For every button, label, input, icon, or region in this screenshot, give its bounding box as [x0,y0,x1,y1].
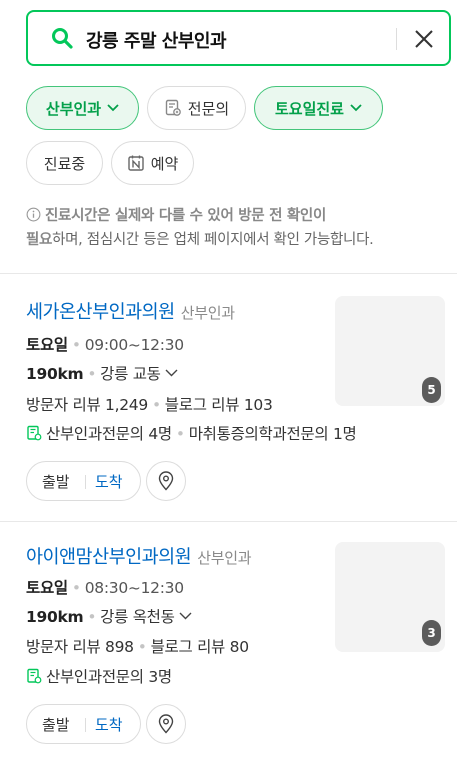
map-pin-button[interactable] [146,461,186,501]
place-name-link[interactable]: 세가온산부인과의원 산부인과 [26,298,235,324]
review-row: 방문자 리뷰 898 • 블로그 리뷰 80 [26,638,249,656]
photo-count-badge: 3 [422,620,441,646]
filter-chip-reservation[interactable]: 예약 [111,141,194,185]
visitor-reviews[interactable]: 방문자 리뷰 1,249 [26,396,148,414]
distance: 190km [26,608,84,626]
hours-value: 09:00~12:30 [84,336,184,354]
filter-chip-obgyn[interactable]: 산부인과 [26,86,139,130]
filter-chip-specialist[interactable]: 전문의 [147,86,246,130]
photo-count-badge: 5 [422,377,441,403]
day-label: 토요일 [26,336,68,354]
arrive-button[interactable]: 도착 [95,714,123,735]
hours-notice: 진료시간은 실제와 다를 수 있어 방문 전 확인이필요하며, 점심시간 등은 … [26,204,451,252]
blog-reviews[interactable]: 블로그 리뷰 80 [151,638,249,656]
review-row: 방문자 리뷰 1,249 • 블로그 리뷰 103 [26,396,273,414]
filter-chip-saturday[interactable]: 토요일진료 [254,86,383,130]
place-name-link[interactable]: 아이앤맘산부인과의원 산부인과 [26,543,252,569]
certificate-icon [165,99,181,116]
hours-row: 토요일 • 09:00~12:30 [26,336,184,354]
chevron-down-icon [350,104,362,112]
route-pill: 출발 도착 [26,461,141,501]
place-category: 산부인과 [180,304,235,322]
route-pill: 출발 도착 [26,704,141,744]
chevron-down-icon [107,104,119,112]
specialist-row: 산부인과전문의 4명 • 마취통증의학과전문의 1명 [26,422,357,444]
hours-value: 08:30~12:30 [84,579,184,597]
divider [0,521,457,522]
arrive-button[interactable]: 도착 [95,471,123,492]
map-pin-icon [158,714,174,734]
filter-chip-label: 진료중 [43,154,86,173]
place-name[interactable]: 세가온산부인과의원 [26,302,175,323]
chevron-down-icon[interactable] [165,369,178,377]
visitor-reviews[interactable]: 방문자 리뷰 898 [26,638,134,656]
info-icon [26,207,41,222]
specialist-info: 산부인과전문의 3명 [46,668,172,686]
search-bar[interactable]: 강릉 주말 산부인과 [26,10,451,66]
place-name[interactable]: 아이앤맘산부인과의원 [26,547,192,568]
day-label: 토요일 [26,579,68,597]
place-category: 산부인과 [197,549,252,567]
search-icon[interactable] [50,26,74,50]
certificate-icon [27,425,42,441]
area: 강릉 옥천동 [100,608,175,626]
chevron-down-icon[interactable] [179,612,192,620]
notice-bold: 필요 [26,232,53,248]
certificate-icon [27,668,42,684]
blog-reviews[interactable]: 블로그 리뷰 103 [165,396,273,414]
hours-row: 토요일 • 08:30~12:30 [26,579,184,597]
search-input[interactable]: 강릉 주말 산부인과 [86,27,227,53]
calendar-n-icon [127,155,144,171]
distance: 190km [26,365,84,383]
specialist-info: 마취통증의학과전문의 1명 [188,425,357,443]
specialist-info: 산부인과전문의 4명 [46,425,172,443]
area: 강릉 교동 [100,365,161,383]
filter-chip-label: 산부인과 [45,99,102,118]
map-pin-icon [158,471,174,491]
close-icon[interactable] [412,27,436,51]
location-row[interactable]: 190km • 강릉 옥천동 [26,605,192,627]
filter-chip-label: 전문의 [187,99,230,118]
filter-chip-label: 예약 [150,154,179,173]
search-divider [396,28,397,50]
depart-button[interactable]: 출발 [42,714,70,735]
specialist-row: 산부인과전문의 3명 [26,665,172,687]
divider [0,273,457,274]
map-pin-button[interactable] [146,704,186,744]
location-row[interactable]: 190km • 강릉 교동 [26,362,178,384]
notice-text: 하며, 점심시간 등은 업체 페이지에서 확인 가능합니다. [52,232,374,248]
notice-bold: 진료시간은 실제와 다를 수 있어 방문 전 확인이 [45,208,326,224]
filter-chip-label: 토요일진료 [274,99,344,118]
filter-chip-open-now[interactable]: 진료중 [26,141,103,185]
depart-button[interactable]: 출발 [42,471,70,492]
